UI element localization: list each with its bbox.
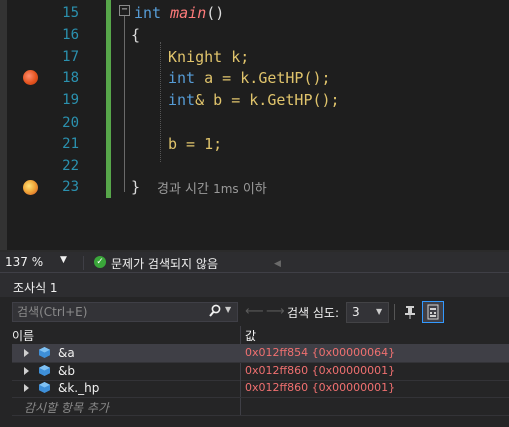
breakpoint-margin[interactable]	[7, 0, 41, 250]
code-editor[interactable]: 15 16 17 18 19 20 21 22 23 − int main() …	[0, 0, 509, 250]
column-divider	[240, 380, 241, 397]
line-number: 19	[62, 92, 79, 108]
code-line-16: {	[131, 26, 141, 44]
perf-tip-prefix: 경과 시간	[157, 182, 214, 197]
function-name: GetHP	[267, 91, 313, 109]
code-line-19: int& b = k.GetHP();	[168, 90, 340, 111]
perf-tip[interactable]: 경과 시간 1ms 이하	[157, 178, 267, 197]
column-header-value[interactable]: 값	[245, 327, 256, 344]
watch-row-value[interactable]: 0x012ff860 {0x00000001}	[245, 381, 395, 394]
column-divider	[240, 363, 241, 380]
keyword: int	[134, 4, 162, 22]
watch-left-gutter	[0, 326, 12, 427]
watch-row[interactable]: &a 0x012ff854 {0x00000064}	[12, 345, 509, 363]
zoom-dropdown-icon[interactable]: ▼	[60, 255, 67, 265]
perf-tip-ms: 1ms	[213, 182, 239, 196]
code-text: k;	[222, 48, 250, 66]
issues-status[interactable]: 문제가 검색되지 않음	[111, 255, 218, 272]
function-name: main	[170, 4, 207, 22]
code-line-18: int a = k.GetHP();	[168, 68, 331, 89]
scroll-left-icon[interactable]: ◀	[274, 259, 281, 269]
type-name: Knight	[168, 48, 223, 66]
keyword: int	[168, 69, 196, 87]
add-watch-placeholder[interactable]: 감시할 항목 추가	[24, 399, 109, 416]
watch-row[interactable]: &b 0x012ff860 {0x00000001}	[12, 363, 509, 381]
watch-row[interactable]: &k._hp 0x012ff860 {0x00000001}	[12, 380, 509, 398]
zoom-level[interactable]: 137 %	[5, 255, 65, 269]
watch-row-name: &k._hp	[58, 381, 100, 395]
search-next-icon[interactable]: ⟶	[266, 304, 285, 319]
watch-panel: 조사식 1 ▼ ⟵ ⟶ 검색 심도: 3 ▼	[0, 273, 509, 427]
expand-icon[interactable]	[24, 349, 29, 357]
column-divider	[240, 345, 241, 362]
code-text: b =	[168, 135, 205, 153]
line-number: 15	[62, 5, 79, 21]
code-line-23: }	[131, 178, 141, 196]
function-name: GetHP	[258, 69, 304, 87]
line-number: 18	[62, 70, 79, 86]
variable-icon	[39, 382, 50, 393]
line-number: 17	[62, 49, 79, 65]
number-literal: 1	[204, 135, 214, 153]
line-numbers: 15 16 17 18 19 20 21 22 23	[41, 0, 87, 210]
hex-display-icon[interactable]	[422, 301, 444, 323]
breakpoint-icon[interactable]	[23, 70, 38, 85]
code-line-15: int main()	[134, 3, 224, 24]
watch-row-value[interactable]: 0x012ff854 {0x00000064}	[245, 346, 395, 359]
search-depth-value: 3	[352, 305, 360, 319]
search-depth-select[interactable]: 3 ▼	[346, 302, 389, 323]
add-watch-row[interactable]: 감시할 항목 추가	[12, 398, 509, 416]
variable-icon	[39, 347, 50, 358]
watch-grid: 이름 값 &a 0x012ff854 {0x00000064} &b 0x012…	[12, 326, 509, 427]
column-divider	[240, 398, 241, 415]
code-line-17: Knight k;	[168, 47, 249, 68]
punctuation: ()	[206, 4, 225, 22]
column-header-name[interactable]: 이름	[12, 327, 34, 344]
search-box[interactable]: ▼	[12, 302, 238, 322]
pin-icon[interactable]	[401, 303, 419, 321]
divider	[394, 304, 395, 320]
search-options-dropdown-icon[interactable]: ▼	[225, 305, 231, 314]
changed-lines-margin	[106, 0, 111, 198]
punctuation: ;	[213, 135, 223, 153]
variable-icon	[39, 365, 50, 376]
breakpoint-current-icon[interactable]	[23, 180, 38, 195]
watch-row-name: &b	[58, 364, 75, 378]
column-resize-handle[interactable]	[240, 326, 241, 344]
chevron-down-icon: ▼	[376, 307, 383, 316]
search-previous-icon[interactable]: ⟵	[245, 304, 264, 319]
watch-grid-header: 이름 값	[12, 326, 509, 345]
line-number: 22	[62, 158, 79, 174]
expand-icon[interactable]	[24, 384, 29, 392]
line-number: 23	[62, 179, 79, 195]
watch-row-name: &a	[58, 346, 75, 360]
search-icon[interactable]	[209, 304, 221, 318]
line-number: 21	[62, 136, 79, 152]
search-depth-label: 검색 심도:	[287, 306, 340, 320]
expand-icon[interactable]	[24, 367, 29, 375]
punctuation: ();	[303, 69, 331, 87]
check-icon: ✓	[94, 256, 106, 268]
keyword: int	[168, 91, 196, 109]
watch-panel-header[interactable]: 조사식 1	[0, 273, 509, 297]
editor-status-bar: 137 % ▼ ✓ 문제가 검색되지 않음 ◀	[0, 252, 509, 273]
search-input[interactable]	[17, 304, 197, 320]
punctuation: ();	[312, 91, 340, 109]
perf-tip-suffix: 이하	[238, 182, 267, 197]
watch-row-value[interactable]: 0x012ff860 {0x00000001}	[245, 364, 395, 377]
watch-panel-title: 조사식 1	[13, 281, 58, 295]
code-text: a = k.	[195, 69, 259, 87]
code-line-21: b = 1;	[168, 134, 222, 155]
line-number: 16	[62, 27, 79, 43]
code-text: & b = k.	[195, 91, 268, 109]
line-number: 20	[62, 115, 79, 131]
divider	[83, 256, 84, 270]
watch-toolbar: ▼ ⟵ ⟶ 검색 심도: 3 ▼	[0, 300, 509, 324]
editor-left-margin	[0, 0, 7, 250]
